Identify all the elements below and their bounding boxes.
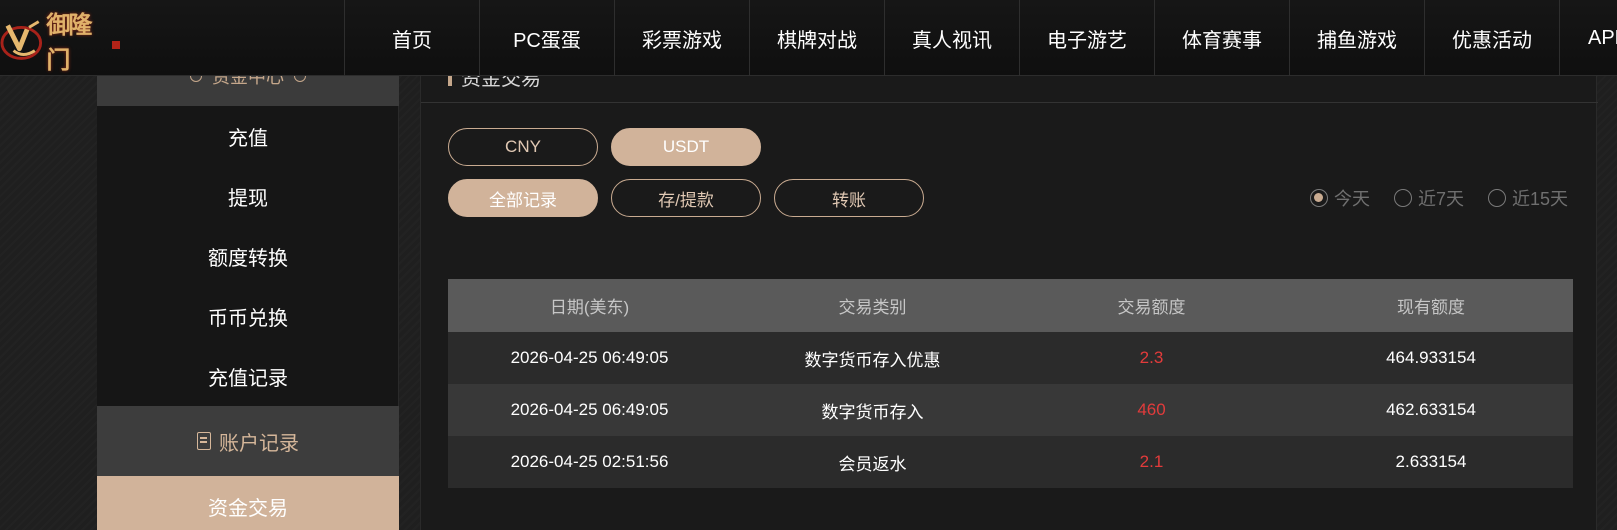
document-icon xyxy=(197,432,211,450)
date-filter-15days[interactable]: 近15天 xyxy=(1487,185,1568,211)
brand-logo[interactable]: 御隆门 xyxy=(0,10,120,74)
top-navbar: 御隆门 首页 PC蛋蛋 彩票游戏 棋牌对战 真人视讯 电子游艺 体育赛事 捕鱼游… xyxy=(0,0,1617,76)
column-header-type: 交易类别 xyxy=(838,298,907,317)
sidebar-item-coin-exchange[interactable]: 币币兑换 xyxy=(97,286,399,346)
radio-label: 今天 xyxy=(1333,189,1370,209)
cell-balance: 462.633154 xyxy=(1386,400,1476,419)
nav-fishing[interactable]: 捕鱼游戏 xyxy=(1289,0,1424,76)
radio-label: 近15天 xyxy=(1511,189,1568,209)
sidebar-group-account-records[interactable]: 账户记录 xyxy=(97,406,399,476)
sidebar-item-transfer[interactable]: 额度转换 xyxy=(97,226,399,286)
sidebar-item-withdraw[interactable]: 提现 xyxy=(97,166,399,226)
sidebar-item-deposit[interactable]: 充值 xyxy=(97,106,399,166)
nav-home[interactable]: 首页 xyxy=(344,0,479,76)
nav-pc-dandan[interactable]: PC蛋蛋 xyxy=(479,0,614,76)
currency-tab-usdt[interactable]: USDT xyxy=(611,128,761,166)
date-filter-7days[interactable]: 近7天 xyxy=(1393,185,1464,211)
cell-type: 数字货币存入优惠 xyxy=(804,350,941,370)
header-accent-bar xyxy=(448,76,452,86)
sidebar: 资金中心 充值 提现 额度转换 币币兑换 充值记录 账户记录 资金交易 xyxy=(97,74,399,530)
sidebar-item-deposit-history[interactable]: 充值记录 xyxy=(97,346,399,406)
logo-text: 御隆门 xyxy=(46,10,92,74)
cell-balance: 464.933154 xyxy=(1386,348,1476,367)
cell-amount: 2.1 xyxy=(1139,452,1164,471)
table-header: 日期(美东) 交易类别 交易额度 现有额度 xyxy=(448,279,1573,332)
nav-app[interactable]: APP xyxy=(1559,0,1617,76)
date-filter-today[interactable]: 今天 xyxy=(1309,185,1370,211)
table-row: 2026-04-25 02:51:56 会员返水 2.1 2.633154 xyxy=(448,436,1573,488)
sidebar-item-fund-transactions[interactable]: 资金交易 xyxy=(97,476,399,530)
cell-type: 会员返水 xyxy=(838,454,907,474)
logo-emblem-icon xyxy=(0,20,43,60)
table-row: 2026-04-25 06:49:05 数字货币存入 460 462.63315… xyxy=(448,384,1573,436)
sidebar-section-funds[interactable]: 资金中心 xyxy=(97,74,399,106)
cell-type: 数字货币存入 xyxy=(821,402,924,422)
cell-date: 2026-04-25 06:49:05 xyxy=(510,348,669,367)
radio-icon xyxy=(1487,189,1506,207)
panel-header: 资金交易 xyxy=(421,76,1598,103)
table-row: 2026-04-25 06:49:05 数字货币存入优惠 2.3 464.933… xyxy=(448,332,1573,384)
main-panel: 资金交易 CNY USDT 全部记录 存/提款 转账 今天 近7天 近15天 日… xyxy=(420,76,1598,530)
main-nav: 首页 PC蛋蛋 彩票游戏 棋牌对战 真人视讯 电子游艺 体育赛事 捕鱼游戏 优惠… xyxy=(344,0,1617,76)
sidebar-group-label: 账户记录 xyxy=(219,432,299,455)
nav-sports[interactable]: 体育赛事 xyxy=(1154,0,1289,76)
date-filter: 今天 近7天 近15天 xyxy=(1309,185,1568,211)
nav-live-casino[interactable]: 真人视讯 xyxy=(884,0,1019,76)
radio-icon xyxy=(1393,189,1412,207)
transactions-table: 日期(美东) 交易类别 交易额度 现有额度 2026-04-25 06:49:0… xyxy=(448,279,1573,488)
type-tab-transfer[interactable]: 转账 xyxy=(774,179,924,217)
nav-lottery[interactable]: 彩票游戏 xyxy=(614,0,749,76)
currency-tab-cny[interactable]: CNY xyxy=(448,128,598,166)
radio-label: 近7天 xyxy=(1417,189,1464,209)
logo-seal xyxy=(112,41,120,49)
nav-board-games[interactable]: 棋牌对战 xyxy=(749,0,884,76)
cell-balance: 2.633154 xyxy=(1395,452,1467,471)
cell-date: 2026-04-25 06:49:05 xyxy=(510,400,669,419)
nav-slots[interactable]: 电子游艺 xyxy=(1019,0,1154,76)
page-title: 资金交易 xyxy=(461,76,541,90)
sidebar-section-label: 资金中心 xyxy=(212,74,284,87)
cell-amount: 2.3 xyxy=(1139,348,1164,367)
cell-amount: 460 xyxy=(1137,400,1166,419)
type-tab-all[interactable]: 全部记录 xyxy=(448,179,598,217)
column-header-date: 日期(美东) xyxy=(549,298,630,317)
cell-date: 2026-04-25 02:51:56 xyxy=(510,452,669,471)
column-header-balance: 现有额度 xyxy=(1397,298,1465,317)
nav-promotions[interactable]: 优惠活动 xyxy=(1424,0,1559,76)
type-tab-deposit-withdraw[interactable]: 存/提款 xyxy=(611,179,761,217)
column-header-amount: 交易额度 xyxy=(1117,298,1186,317)
radio-icon xyxy=(1309,189,1328,207)
